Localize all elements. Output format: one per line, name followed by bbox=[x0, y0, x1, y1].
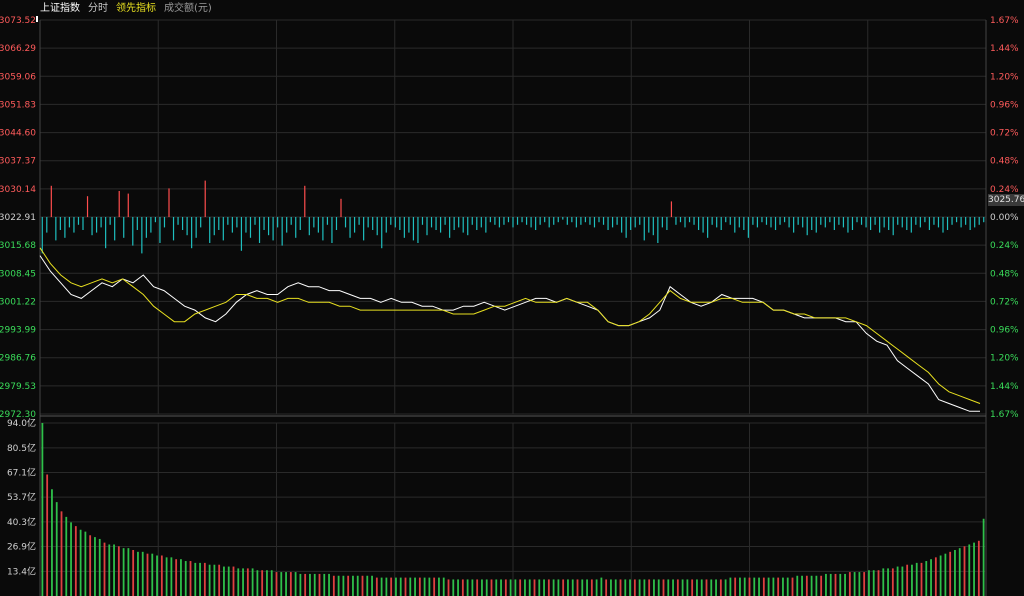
y-tick-left: 3066.29 bbox=[0, 44, 36, 54]
y-tick-left: 3008.45 bbox=[0, 269, 36, 279]
y-tick-left: 3044.60 bbox=[0, 129, 36, 139]
volume-tick: 40.3亿 bbox=[7, 516, 36, 528]
y-tick-right: 0.48% bbox=[990, 269, 1019, 279]
y-tick-left: 3051.83 bbox=[0, 100, 36, 110]
y-tick-right: 0.72% bbox=[990, 297, 1019, 307]
volume-tick: 67.1亿 bbox=[7, 467, 36, 479]
y-tick-right: 0.96% bbox=[990, 100, 1019, 110]
y-tick-left: 3073.52 bbox=[0, 16, 36, 26]
y-tick-right: 0.24% bbox=[990, 241, 1019, 251]
y-tick-right: 1.20% bbox=[990, 354, 1019, 364]
y-tick-left: 3037.37 bbox=[0, 157, 36, 167]
price-line bbox=[39, 255, 980, 412]
y-tick-right: 1.67% bbox=[990, 16, 1019, 26]
volume-tick: 80.5亿 bbox=[7, 442, 36, 454]
intraday-chart[interactable]: 3073.52 1.67% 3066.29 1.44% 3059.06 1.20% 3051… bbox=[0, 0, 1024, 596]
volume-tick: 53.7亿 bbox=[7, 491, 36, 503]
current-price-tag: 3025.76 bbox=[988, 194, 1024, 206]
volume-tick: 94.0亿 bbox=[7, 417, 36, 429]
y-tick-right: 0.48% bbox=[990, 157, 1019, 167]
volume-tick: 26.9亿 bbox=[7, 540, 36, 552]
y-tick-left: 2993.99 bbox=[0, 326, 36, 336]
y-tick-right: 0.96% bbox=[990, 326, 1019, 336]
y-tick-right: 0.72% bbox=[990, 129, 1019, 139]
y-tick-right: 1.67% bbox=[990, 410, 1019, 420]
y-tick-left: 3022.91 bbox=[0, 213, 36, 223]
y-tick-right: 1.20% bbox=[990, 72, 1019, 82]
y-tick-left: 3001.22 bbox=[0, 297, 36, 307]
y-tick-left: 3030.14 bbox=[0, 185, 36, 195]
y-tick-right: 0.00% bbox=[990, 213, 1019, 223]
average-price-line bbox=[39, 247, 981, 404]
y-tick-right: 1.44% bbox=[990, 382, 1019, 392]
y-tick-left: 2986.76 bbox=[0, 354, 36, 364]
y-tick-left: 3015.68 bbox=[0, 241, 36, 251]
y-tick-right: 1.44% bbox=[990, 44, 1019, 54]
crosshair-marker bbox=[36, 16, 38, 22]
volume-tick: 13.4亿 bbox=[7, 565, 36, 577]
y-tick-left: 2979.53 bbox=[0, 382, 36, 392]
y-tick-left: 3059.06 bbox=[0, 72, 36, 82]
